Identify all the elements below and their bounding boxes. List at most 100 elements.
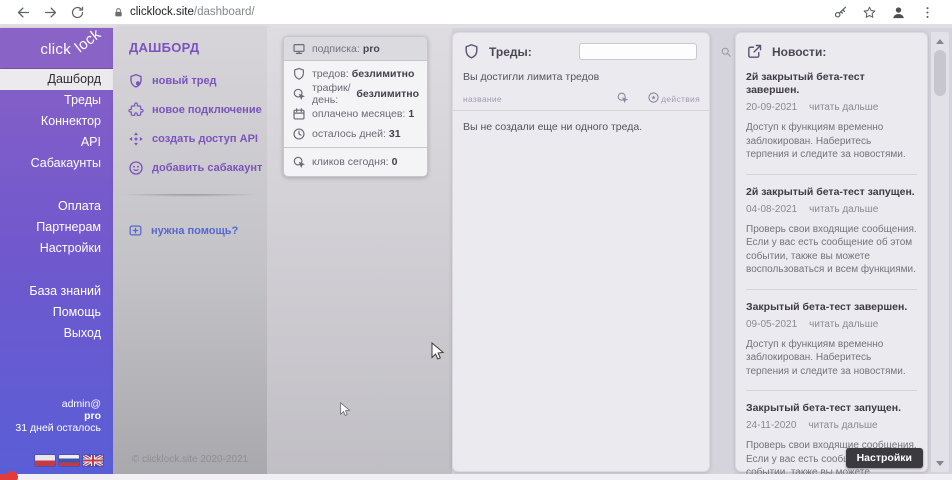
help-plus-icon [128, 223, 143, 238]
scrollbar[interactable] [931, 32, 949, 472]
reload-icon[interactable] [70, 5, 85, 20]
logo-text-click: click [40, 41, 71, 58]
row-label: кликов сегодня: [312, 156, 389, 168]
column-name[interactable]: название [463, 94, 502, 104]
back-icon[interactable] [16, 5, 31, 20]
flag-russia-icon[interactable] [59, 455, 79, 466]
link-label: новый тред [152, 75, 217, 87]
clicks-today-row: кликов сегодня: 0 [284, 152, 427, 172]
row-label: трафик/день: [312, 82, 353, 106]
avatar-icon[interactable] [891, 5, 906, 20]
news-title: Новости: [772, 45, 826, 59]
news-item-body: Доступ к функциям временно заблокирован.… [746, 338, 917, 379]
news-item: 2й закрытый бета-тест запущен. 04-08-202… [746, 175, 917, 290]
need-help-label: нужна помощь? [151, 225, 238, 237]
shield-icon [292, 67, 306, 81]
subscription-card: подписка: pro тредов: безлимитно трафик/… [283, 36, 428, 177]
create-api-access-link[interactable]: создать доступ API [128, 131, 267, 147]
news-item-date: 09-05-2021 [746, 319, 797, 330]
news-panel: Новости: 2й закрытый бета-тест завершен.… [735, 32, 928, 472]
monitor-icon [292, 42, 306, 56]
click-icon [292, 87, 306, 101]
row-label: тредов: [312, 68, 349, 80]
news-list: 2й закрытый бета-тест завершен. 20-09-20… [736, 60, 927, 480]
address-bar[interactable]: clicklock.site/dashboard/ [130, 6, 255, 18]
sidebar-item-api[interactable]: API [0, 132, 113, 153]
news-item-date: 24-11-2020 [746, 420, 796, 431]
forward-icon[interactable] [43, 5, 58, 20]
sidebar-item-logout[interactable]: Выход [0, 323, 113, 344]
sidebar-item-label: Партнерам [36, 220, 101, 234]
read-more-link[interactable]: читать дальше [809, 319, 878, 330]
progress-dot[interactable] [6, 471, 18, 480]
search-input[interactable] [580, 45, 720, 58]
threads-empty-message: Вы не создали еще ни одного треда. [463, 121, 709, 133]
sidebar-nav: Дашборд Треды Коннектор API Сабакаунты О… [0, 69, 113, 344]
add-subaccount-link[interactable]: добавить сабакаунт [128, 160, 267, 176]
menu-dots-icon[interactable] [920, 5, 935, 20]
settings-button[interactable]: Настройки [846, 448, 923, 468]
sidebar-item-label: Коннектор [41, 114, 101, 128]
sidebar-item-payment[interactable]: Оплата [0, 196, 113, 217]
need-help-link[interactable]: нужна помощь? [128, 223, 267, 238]
search-icon[interactable] [720, 46, 732, 58]
scroll-up-icon[interactable] [931, 34, 949, 48]
read-more-link[interactable]: читать дальше [808, 420, 877, 431]
subscription-row: осталось дней: 31 [284, 124, 427, 144]
subscription-row: трафик/день: безлимитно [284, 84, 427, 104]
video-progress-bar [0, 474, 952, 480]
language-flags [35, 455, 103, 466]
row-label: осталось дней: [312, 128, 386, 140]
sidebar-item-label: База знаний [29, 284, 101, 298]
click-column-icon[interactable] [616, 91, 629, 104]
clicklock-logo[interactable]: click lock [0, 28, 113, 68]
link-label: создать доступ API [152, 133, 258, 145]
new-thread-link[interactable]: новый тред [128, 73, 267, 89]
copyright: © clicklock.site 2020-2021 [113, 454, 267, 465]
external-link-icon [746, 43, 763, 60]
scrollbar-thumb[interactable] [934, 50, 946, 96]
dashboard-links: новый тред новое подключение создать дос… [113, 73, 267, 176]
sidebar-item-label: Оплата [58, 199, 101, 213]
row-value: 0 [392, 156, 398, 168]
flag-uk-icon[interactable] [83, 455, 103, 466]
sidebar-item-label: Выход [64, 326, 101, 340]
user-info: admin@ pro 31 дней осталось [0, 398, 113, 434]
sidebar-item-label: Помощь [53, 305, 101, 319]
browser-toolbar: clicklock.site/dashboard/ [0, 0, 952, 24]
subscription-header: подписка: pro [284, 37, 427, 61]
sidebar-item-partners[interactable]: Партнерам [0, 217, 113, 238]
star-icon[interactable] [862, 5, 877, 20]
lock-icon[interactable] [113, 7, 124, 18]
news-item-title: 2й закрытый бета-тест запущен. [746, 186, 917, 199]
sidebar-item-help[interactable]: Помощь [0, 302, 113, 323]
limit-notice: Вы достигли лимита тредов [463, 71, 709, 83]
sidebar-item-label: Сабакаунты [31, 156, 101, 170]
subscription-rows: тредов: безлимитно трафик/день: безлимит… [284, 61, 427, 147]
key-icon[interactable] [833, 5, 848, 20]
scroll-down-icon[interactable] [931, 456, 949, 470]
flag-poland-icon[interactable] [35, 455, 55, 466]
read-more-link[interactable]: читать дальше [809, 204, 878, 215]
sidebar-item-knowledge-base[interactable]: База знаний [0, 281, 113, 302]
row-value: 1 [408, 108, 414, 120]
sidebar-item-subaccounts[interactable]: Сабакаунты [0, 153, 113, 174]
news-item-date: 04-08-2021 [746, 204, 797, 215]
sidebar-item-connector[interactable]: Коннектор [0, 111, 113, 132]
news-item-title: Закрытый бета-тест завершен. [746, 301, 917, 314]
sidebar-item-threads[interactable]: Треды [0, 90, 113, 111]
news-item-meta: 20-09-2021 читать дальше [746, 102, 917, 113]
user-plan: pro [0, 410, 101, 422]
star-circle-column-icon[interactable] [647, 91, 660, 104]
read-more-link[interactable]: читать дальше [809, 102, 878, 113]
sidebar-item-settings[interactable]: Настройки [0, 238, 113, 259]
sidebar-item-label: Треды [64, 93, 101, 107]
browser-actions [826, 5, 942, 20]
news-item: 2й закрытый бета-тест завершен. 20-09-20… [746, 60, 917, 175]
new-connection-link[interactable]: новое подключение [128, 102, 267, 118]
calendar-icon [292, 107, 306, 121]
sidebar-item-dashboard[interactable]: Дашборд [0, 69, 113, 90]
logo-text-lock: lock [72, 26, 104, 57]
subscription-value: pro [363, 43, 380, 55]
url-host: clicklock.site [130, 6, 194, 18]
